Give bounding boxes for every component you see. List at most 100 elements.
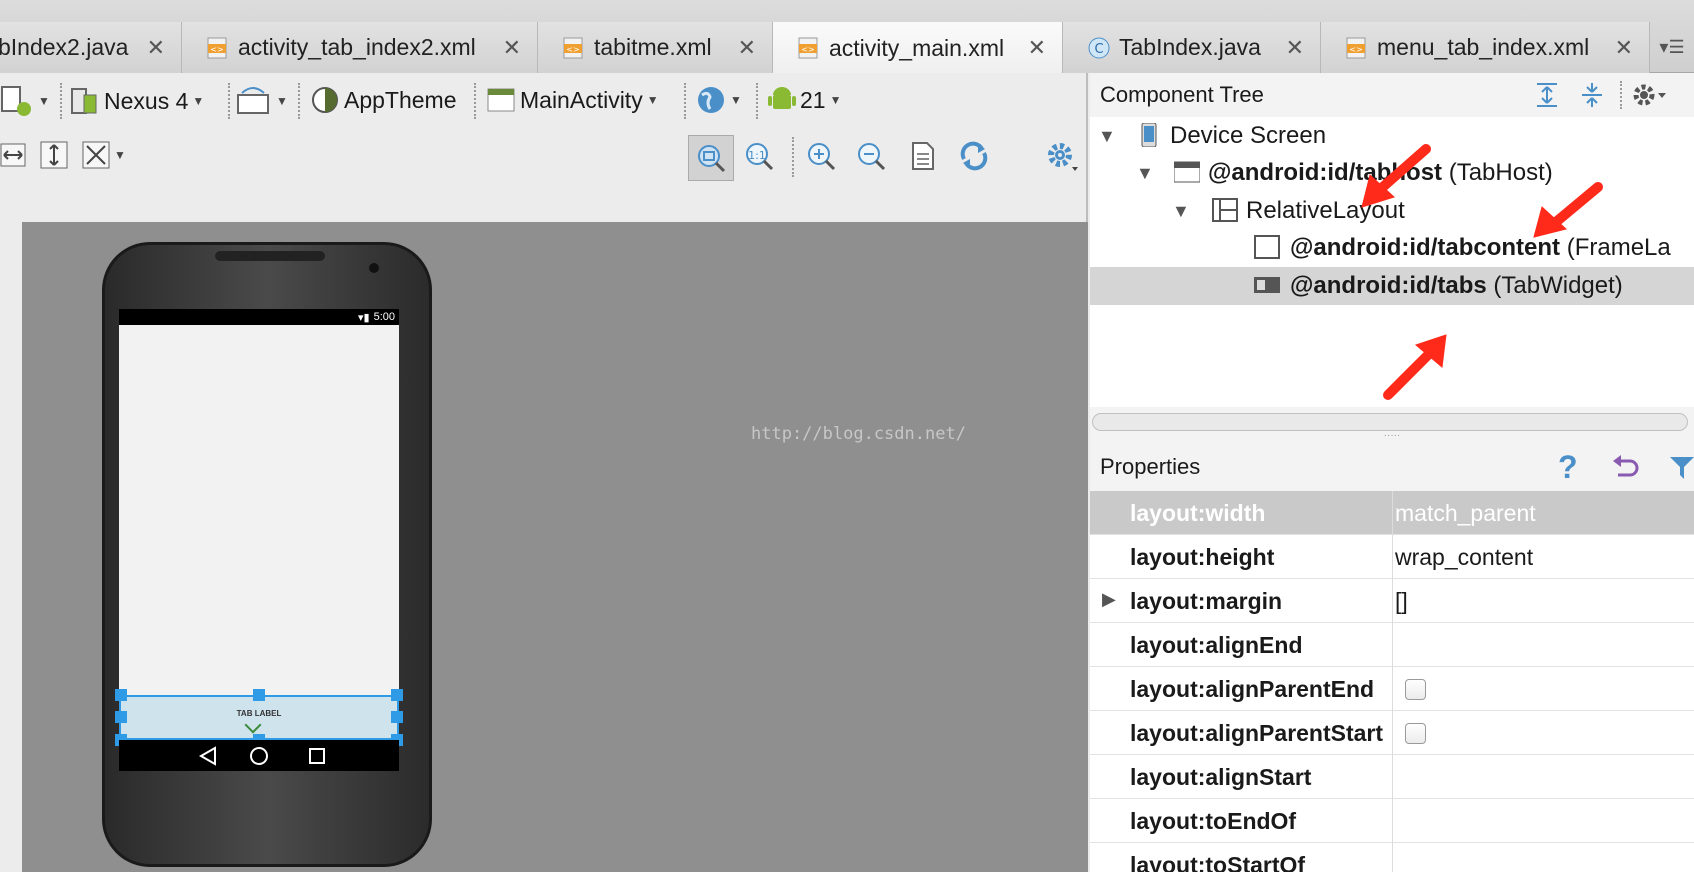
fit-width-button[interactable]: [0, 141, 28, 169]
resize-handle[interactable]: [253, 689, 265, 701]
tab-overflow-icon[interactable]: ▾☰: [1650, 22, 1694, 73]
rotate-icon: [237, 87, 269, 114]
resize-handle[interactable]: [115, 711, 127, 723]
anchor-icon: [244, 716, 262, 734]
tab-tabindex-java[interactable]: C TabIndex.java ✕: [1063, 22, 1321, 73]
property-row-layout-width[interactable]: layout:width match_parent: [1090, 491, 1694, 535]
device-selector[interactable]: Nexus 4 ▼: [70, 85, 204, 117]
close-icon[interactable]: ✕: [738, 35, 756, 61]
locale-selector[interactable]: ▼: [696, 85, 742, 115]
xml-file-icon: <>: [798, 37, 818, 59]
activity-selector[interactable]: MainActivity ▼: [486, 85, 659, 115]
close-icon[interactable]: ✕: [1286, 35, 1304, 61]
back-icon: [198, 746, 216, 766]
earpiece: [215, 251, 325, 261]
fit-height-button[interactable]: [40, 141, 68, 169]
property-value[interactable]: []: [1395, 579, 1408, 623]
toolbar-separator: [756, 83, 758, 119]
editor-settings-button[interactable]: [1046, 141, 1080, 173]
property-name: layout:toStartOf: [1130, 852, 1306, 872]
property-name: layout:alignParentStart: [1130, 720, 1384, 746]
alignparentend-checkbox[interactable]: [1405, 679, 1426, 700]
tab-menu-tab-index-xml[interactable]: <> menu_tab_index.xml ✕: [1321, 22, 1650, 73]
red-arrow-icon: [1383, 334, 1447, 400]
theme-selector[interactable]: AppTheme: [310, 85, 457, 115]
tab-label-text: TAB LABEL: [236, 709, 282, 718]
tab-label: bIndex2.java: [0, 34, 129, 60]
filter-icon[interactable]: [1668, 453, 1694, 481]
xml-file-icon: <>: [1346, 37, 1366, 58]
refresh-button[interactable]: [958, 141, 990, 171]
refresh-icon: [960, 141, 988, 171]
property-name: layout:alignParentEnd: [1130, 676, 1375, 702]
zoom-in-icon: [808, 143, 836, 171]
properties-header: Properties ?: [1090, 445, 1694, 489]
component-tree-title: Component Tree: [1100, 82, 1264, 107]
resize-handle[interactable]: [391, 689, 403, 701]
resize-handle[interactable]: [115, 689, 127, 701]
tab-activity-main-xml[interactable]: <> activity_main.xml ✕: [773, 22, 1063, 74]
column-divider: [1392, 755, 1393, 799]
property-row-layout-tostartof[interactable]: layout:toStartOf: [1090, 843, 1694, 872]
toolbar-separator: [1620, 81, 1622, 109]
gear-icon[interactable]: [1630, 81, 1670, 109]
zoom-in-button[interactable]: [806, 141, 836, 171]
property-row-layout-alignstart[interactable]: layout:alignStart: [1090, 755, 1694, 799]
android-device-icon: [1, 86, 31, 116]
property-row-layout-alignparentstart[interactable]: layout:alignParentStart: [1090, 711, 1694, 755]
fit-screen-button[interactable]: ▼: [82, 141, 126, 169]
zoom-out-button[interactable]: [856, 141, 886, 171]
zoom-to-fit-button[interactable]: [688, 135, 734, 181]
column-divider: [1392, 491, 1393, 535]
zoom-fit-icon: [698, 145, 726, 173]
property-row-layout-alignend[interactable]: layout:alignEnd: [1090, 623, 1694, 667]
tab-label: tabitme.xml: [594, 34, 712, 60]
property-name: layout:margin: [1130, 588, 1283, 614]
collapse-all-icon[interactable]: [1578, 81, 1606, 109]
device-name: Nexus 4: [104, 87, 189, 114]
alignparentstart-checkbox[interactable]: [1405, 723, 1426, 744]
resize-handle[interactable]: [391, 711, 403, 723]
orientation-button[interactable]: ▼: [236, 85, 288, 117]
red-arrow-icon: [1361, 144, 1431, 208]
property-value[interactable]: match_parent: [1395, 491, 1536, 535]
property-value[interactable]: wrap_content: [1395, 535, 1533, 579]
close-icon[interactable]: ✕: [503, 35, 521, 61]
design-canvas[interactable]: http://blog.csdn.net/ ▾▮ 5:00 TAB LABEL: [22, 222, 1088, 872]
tab-tabitme-xml[interactable]: <> tabitme.xml ✕: [538, 22, 773, 73]
preview-document-button[interactable]: [910, 141, 936, 171]
editor-tab-strip: bIndex2.java ✕ <> activity_tab_index2.xm…: [0, 0, 1694, 74]
tab-bindex2-java[interactable]: bIndex2.java ✕: [0, 22, 182, 73]
column-divider: [1392, 667, 1393, 711]
property-row-layout-toendof[interactable]: layout:toEndOf: [1090, 799, 1694, 843]
device-screen-preview[interactable]: ▾▮ 5:00 TAB LABEL: [115, 309, 403, 771]
close-icon[interactable]: ✕: [1615, 35, 1633, 61]
toolbar-separator: [228, 83, 230, 119]
panel-splitter[interactable]: ·····: [1090, 431, 1694, 443]
expand-triangle-icon[interactable]: ▶: [1102, 589, 1116, 610]
android-studio-window: bIndex2.java ✕ <> activity_tab_index2.xm…: [0, 0, 1694, 872]
toolbar-separator: [298, 83, 300, 119]
property-row-layout-margin[interactable]: ▶ layout:margin []: [1090, 579, 1694, 623]
api-level-selector[interactable]: 21 ▼: [768, 85, 841, 115]
properties-table: layout:width match_parent layout:height …: [1090, 491, 1694, 872]
close-icon[interactable]: ✕: [1028, 35, 1046, 61]
layout-variants-button[interactable]: ▼: [0, 85, 50, 117]
actual-size-button[interactable]: 1:1: [744, 141, 774, 171]
activity-name: MainActivity: [520, 86, 643, 113]
column-divider: [1392, 711, 1393, 755]
zoom-out-icon: [858, 143, 886, 171]
xml-file-icon: <>: [563, 37, 583, 58]
annotation-arrows: [1361, 144, 1603, 400]
property-row-layout-alignparentend[interactable]: layout:alignParentEnd: [1090, 667, 1694, 711]
undo-icon[interactable]: [1610, 453, 1640, 481]
tab-label: menu_tab_index.xml: [1377, 34, 1590, 60]
property-row-layout-height[interactable]: layout:height wrap_content: [1090, 535, 1694, 579]
tab-activity-tab-index2-xml[interactable]: <> activity_tab_index2.xml ✕: [182, 22, 538, 73]
expand-all-icon[interactable]: [1533, 81, 1561, 109]
toolbar-separator: [474, 83, 476, 119]
close-icon[interactable]: ✕: [147, 35, 165, 61]
help-icon[interactable]: ?: [1558, 449, 1578, 486]
navigation-bar: [119, 740, 399, 771]
tree-horizontal-scrollbar[interactable]: [1092, 413, 1688, 431]
